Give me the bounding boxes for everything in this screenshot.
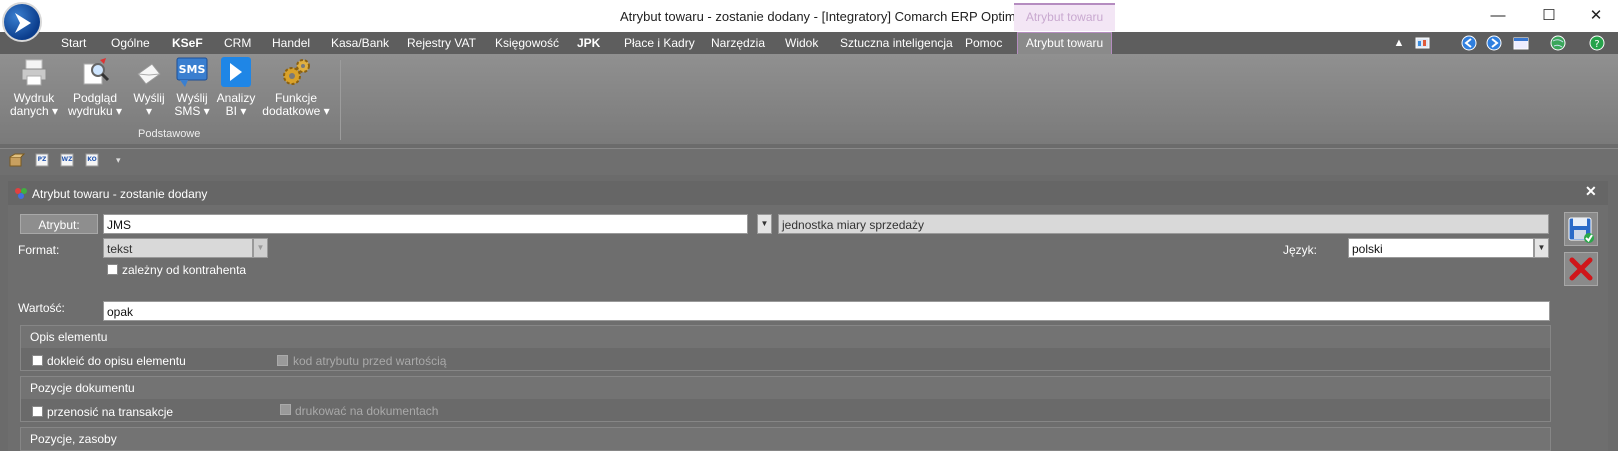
quick-toolbar bbox=[0, 148, 1618, 175]
additional-functions-label-2: dodatkowe ▾ bbox=[262, 104, 330, 118]
format-select: tekst bbox=[103, 238, 253, 258]
minimize-button[interactable]: — bbox=[1478, 4, 1518, 28]
cancel-icon bbox=[1569, 257, 1593, 281]
box-icon[interactable] bbox=[9, 153, 26, 167]
dependent-on-contractor-label: zależny od kontrahenta bbox=[122, 263, 247, 277]
tab-ksiegowosc[interactable]: Księgowość bbox=[495, 32, 559, 54]
forward-icon[interactable] bbox=[1486, 35, 1502, 51]
tab-handel[interactable]: Handel bbox=[272, 32, 310, 54]
globe-icon[interactable] bbox=[1550, 35, 1566, 51]
section-pozycje-dokumentu-title: Pozycje dokumentu bbox=[30, 381, 135, 395]
ko-document-icon[interactable]: KO bbox=[84, 153, 100, 167]
print-data-label-2: danych ▾ bbox=[9, 104, 59, 118]
help-icon[interactable]: ? bbox=[1589, 35, 1605, 51]
save-button[interactable] bbox=[1564, 212, 1598, 246]
transfer-to-transactions-checkbox[interactable] bbox=[32, 406, 43, 417]
window-title: Atrybut towaru - zostanie dodany - [Inte… bbox=[620, 9, 1023, 24]
send-sms-label-2: SMS ▾ bbox=[174, 104, 210, 118]
tab-pomoc[interactable]: Pomoc bbox=[965, 32, 1002, 54]
attribute-input[interactable]: JMS bbox=[103, 214, 748, 234]
pz-document-icon[interactable]: PZ bbox=[34, 153, 50, 167]
wz-document-icon[interactable]: WZ bbox=[59, 153, 75, 167]
tab-widok[interactable]: Widok bbox=[785, 32, 818, 54]
section-opis-elementu-header bbox=[21, 326, 1550, 348]
sms-icon: SMS bbox=[176, 56, 208, 88]
tab-atrybut-towaru[interactable]: Atrybut towaru bbox=[1017, 32, 1112, 54]
tab-crm[interactable]: CRM bbox=[224, 32, 251, 54]
form-title-bar bbox=[8, 181, 1608, 205]
tab-ogolne[interactable]: Ogólne bbox=[111, 32, 150, 54]
format-label: Format: bbox=[18, 243, 60, 257]
printer-icon bbox=[19, 56, 49, 88]
preview-icon bbox=[80, 56, 110, 88]
bi-analytics-label-2: BI ▾ bbox=[225, 104, 247, 118]
tab-ksef[interactable]: KSeF bbox=[172, 32, 203, 54]
section-pozycje-zasoby-header bbox=[21, 428, 1550, 450]
pz-icon-text: PZ bbox=[38, 156, 47, 163]
toolbar-dropdown-icon[interactable]: ▾ bbox=[116, 153, 132, 167]
tab-start[interactable]: Start bbox=[61, 32, 86, 54]
attribute-description-field: jednostka miary sprzedaży bbox=[778, 214, 1549, 234]
value-label: Wartość: bbox=[18, 301, 65, 315]
analytics-icon bbox=[220, 56, 252, 88]
svg-text:?: ? bbox=[1594, 39, 1599, 50]
print-on-documents-label: drukować na dokumentach bbox=[295, 404, 439, 418]
send-sms-button[interactable]: SMS Wyślij SMS ▾ bbox=[173, 56, 211, 118]
wz-icon-text: WZ bbox=[62, 156, 74, 163]
ribbon-group-label: Podstawowe bbox=[138, 128, 201, 140]
context-tab-header: Atrybut towaru bbox=[1014, 3, 1115, 31]
app-logo-icon[interactable] bbox=[2, 2, 42, 42]
tab-place-i-kadry[interactable]: Płace i Kadry bbox=[624, 32, 695, 54]
form-close-icon[interactable]: ✕ bbox=[1585, 183, 1597, 200]
bi-analytics-button[interactable]: Analizy BI ▾ bbox=[216, 56, 256, 118]
section-pozycje-dokumentu-header bbox=[21, 377, 1550, 399]
sms-icon-text: SMS bbox=[179, 63, 206, 76]
gears-icon bbox=[281, 56, 311, 88]
tab-kasa-bank[interactable]: Kasa/Bank bbox=[331, 32, 389, 54]
cancel-button[interactable] bbox=[1564, 252, 1598, 286]
report-icon[interactable] bbox=[1415, 35, 1431, 51]
append-to-description-label: dokleić do opisu elementu bbox=[47, 354, 186, 368]
back-icon[interactable] bbox=[1461, 35, 1477, 51]
code-before-value-label: kod atrybutu przed wartością bbox=[293, 354, 447, 368]
ribbon-separator bbox=[340, 60, 341, 140]
maximize-button[interactable]: ☐ bbox=[1529, 4, 1569, 28]
send-label-2: ▾ bbox=[145, 104, 153, 118]
language-dropdown-icon[interactable]: ▼ bbox=[1534, 238, 1549, 258]
attribute-dropdown-icon[interactable]: ▼ bbox=[757, 214, 772, 234]
format-dropdown-icon: ▼ bbox=[253, 238, 268, 258]
section-pozycje-zasoby-title: Pozycje, zasoby bbox=[30, 432, 117, 446]
form-title: Atrybut towaru - zostanie dodany bbox=[32, 187, 208, 201]
save-icon bbox=[1568, 217, 1594, 243]
additional-functions-button[interactable]: Funkcje dodatkowe ▾ bbox=[262, 56, 330, 118]
collapse-ribbon-icon[interactable]: ▲ bbox=[1391, 35, 1407, 51]
language-label: Język: bbox=[1283, 243, 1318, 257]
value-input[interactable]: opak bbox=[103, 301, 1550, 321]
section-opis-elementu-title: Opis elementu bbox=[30, 330, 108, 344]
tab-narzedzia[interactable]: Narzędzia bbox=[711, 32, 765, 54]
print-data-button[interactable]: Wydruk danych ▾ bbox=[9, 56, 59, 118]
dependent-on-contractor-checkbox[interactable] bbox=[107, 264, 118, 275]
tab-jpk[interactable]: JPK bbox=[577, 32, 600, 54]
language-select[interactable]: polski bbox=[1348, 238, 1534, 258]
close-window-button[interactable]: ✕ bbox=[1576, 4, 1616, 28]
send-button[interactable]: Wyślij ▾ bbox=[129, 56, 169, 118]
window-icon[interactable] bbox=[1513, 35, 1529, 51]
send-icon bbox=[134, 56, 164, 88]
attribute-form-icon bbox=[14, 186, 28, 200]
tab-sztuczna-inteligencja[interactable]: Sztuczna inteligencja bbox=[840, 32, 953, 54]
print-preview-button[interactable]: Podgląd wydruku ▾ bbox=[66, 56, 124, 118]
attribute-button[interactable]: Atrybut: bbox=[20, 214, 98, 234]
code-before-value-checkbox bbox=[277, 355, 288, 366]
print-preview-label-2: wydruku ▾ bbox=[67, 104, 123, 118]
tab-rejestry-vat[interactable]: Rejestry VAT bbox=[407, 32, 476, 54]
append-to-description-checkbox[interactable] bbox=[32, 355, 43, 366]
transfer-to-transactions-label: przenosić na transakcje bbox=[47, 405, 174, 419]
print-on-documents-checkbox bbox=[280, 404, 291, 415]
ko-icon-text: KO bbox=[87, 156, 96, 163]
